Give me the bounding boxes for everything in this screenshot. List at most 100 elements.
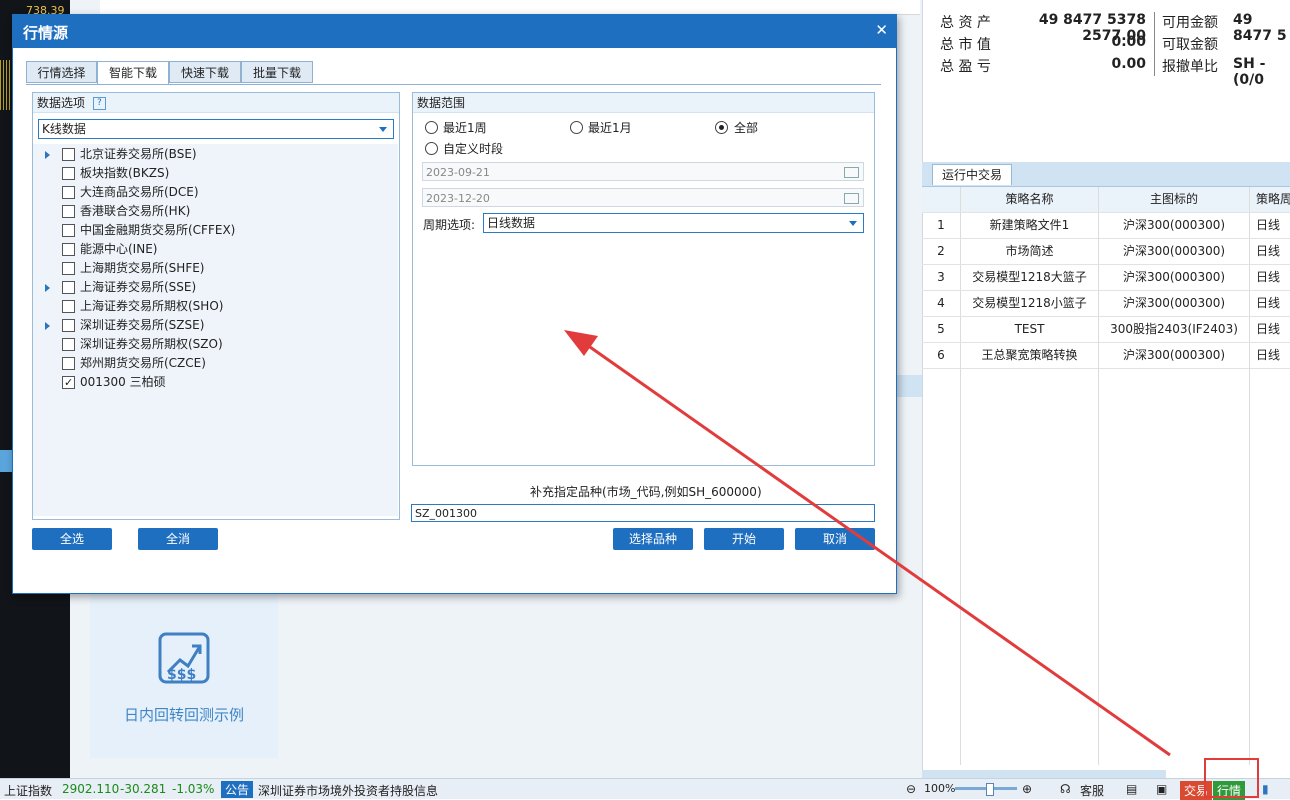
radio-all-label[interactable]: 全部 [734,119,758,136]
checkbox[interactable] [62,186,75,199]
checkbox[interactable] [62,338,75,351]
tree-item[interactable]: 上海证券交易所期权(SHO) [33,297,398,316]
tree-item[interactable]: 大连商品交易所(DCE) [33,183,398,202]
checkbox[interactable] [62,205,75,218]
tree-item[interactable]: 北京证券交易所(BSE) [33,145,398,164]
end-date-input[interactable]: 2023-12-20 [422,188,864,207]
end-date-value: 2023-12-20 [426,192,490,205]
tree-item[interactable]: 香港联合交易所(HK) [33,202,398,221]
tab-smart-download[interactable]: 智能下载 [97,61,169,85]
tree-item[interactable]: 板块指数(BKZS) [33,164,398,183]
checkbox[interactable] [62,224,75,237]
dialog-titlebar[interactable]: 行情源 ✕ [13,15,896,48]
start-date-input[interactable]: 2023-09-21 [422,162,864,181]
tree-item[interactable]: 上海期货交易所(SHFE) [33,259,398,278]
start-button[interactable]: 开始 [704,528,784,550]
strategy-name: 交易模型1218小篮子 [961,291,1099,316]
horizontal-scrollbar[interactable] [922,770,1166,778]
calendar-icon[interactable] [844,167,859,178]
customer-service-label[interactable]: 客服 [1080,782,1104,799]
radio-last-month[interactable] [570,121,583,134]
table-row[interactable]: 2 市场简述 沪深300(000300) 日线 [922,239,1290,265]
period-select[interactable]: 日线数据 [483,213,864,233]
checkbox[interactable] [62,281,75,294]
cancel-button[interactable]: 取消 [795,528,875,550]
table-row[interactable]: 5 TEST 300股指2403(IF2403) 日线 [922,317,1290,343]
checkbox[interactable] [62,300,75,313]
zoom-out-icon[interactable]: ⊖ [906,782,916,796]
example-card-label[interactable]: 日内回转回测示例 [90,704,278,725]
notice-text[interactable]: 深圳证券市场境外投资者持股信息 [258,782,438,799]
tree-item[interactable]: 上海证券交易所(SSE) [33,278,398,297]
checkbox[interactable] [62,167,75,180]
index-name[interactable]: 上证指数 [4,782,52,799]
chevron-down-icon[interactable] [379,127,387,132]
cancel-ratio-value: SH - (0/0 [1233,56,1266,88]
strategy-period: 日线 [1250,213,1290,238]
notice-badge[interactable]: 公告 [221,781,254,798]
total-pnl-label: 总 盈 亏 [940,59,991,75]
calendar-icon[interactable] [844,193,859,204]
select-all-button[interactable]: 全选 [32,528,112,550]
close-icon[interactable]: ✕ [875,21,888,39]
grid-line [922,362,961,765]
monitor-icon[interactable]: ▣ [1156,782,1167,796]
data-type-select[interactable]: K线数据 [38,119,394,139]
strategy-table: 策略名称 主图标的 策略周 1 新建策略文件1 沪深300(000300) 日线… [922,187,1290,765]
tab-running-trades[interactable]: 运行中交易 [932,164,1012,185]
tree-item[interactable]: 能源中心(INE) [33,240,398,259]
checkbox[interactable] [62,148,75,161]
help-icon[interactable]: ? [92,97,106,110]
radio-all[interactable] [715,121,728,134]
strategy-name: 交易模型1218大篮子 [961,265,1099,290]
column-header-symbol[interactable]: 主图标的 [1099,187,1250,212]
tree-item-label: 深圳证券交易所期权(SZO) [80,337,223,351]
table-header: 策略名称 主图标的 策略周 [922,187,1290,213]
column-header-name[interactable]: 策略名称 [961,187,1099,212]
expand-arrow-icon[interactable] [45,284,50,292]
clear-all-button[interactable]: 全消 [138,528,218,550]
column-header-index[interactable] [922,187,961,212]
table-row[interactable]: 1 新建策略文件1 沪深300(000300) 日线 [922,213,1290,239]
expand-arrow-icon[interactable] [45,151,50,159]
tab-market-select[interactable]: 行情选择 [26,61,97,83]
radio-custom-range[interactable] [425,142,438,155]
checkbox[interactable] [62,262,75,275]
chevron-down-icon[interactable] [849,221,857,226]
checkbox[interactable] [62,357,75,370]
column-header-period[interactable]: 策略周 [1250,187,1290,212]
radio-last-week-label[interactable]: 最近1周 [443,119,487,136]
checkbox[interactable] [62,319,75,332]
tree-item[interactable]: 中国金融期货交易所(CFFEX) [33,221,398,240]
tab-quick-download[interactable]: 快速下载 [169,61,241,83]
zoom-slider-knob[interactable] [986,783,994,796]
table-row[interactable]: 4 交易模型1218小篮子 沪深300(000300) 日线 [922,291,1290,317]
tab-batch-download[interactable]: 批量下载 [241,61,313,83]
background-grid [100,0,920,15]
tree-item[interactable]: 深圳证券交易所期权(SZO) [33,335,398,354]
tree-item-label: 香港联合交易所(HK) [80,204,191,218]
checkbox[interactable] [62,243,75,256]
radio-custom-range-label[interactable]: 自定义时段 [443,140,503,157]
radio-last-month-label[interactable]: 最近1月 [588,119,632,136]
tree-item[interactable]: 001300 三柏硕 [33,373,398,392]
zoom-level: 100% [924,782,956,795]
checkbox-checked[interactable] [62,373,75,392]
document-icon[interactable]: ▤ [1126,782,1137,796]
table-row[interactable]: 3 交易模型1218大篮子 沪深300(000300) 日线 [922,265,1290,291]
headset-icon[interactable]: ☊ [1060,782,1071,796]
index-change: -30.281 [120,782,167,796]
row-index: 1 [922,213,961,238]
tree-item-label: 中国金融期货交易所(CFFEX) [80,223,236,237]
expand-arrow-icon[interactable] [45,322,50,330]
choose-symbol-button[interactable]: 选择品种 [613,528,693,550]
tree-item[interactable]: 郑州期货交易所(CZCE) [33,354,398,373]
zoom-in-icon[interactable]: ⊕ [1022,782,1032,796]
signal-icon: ▮ [1262,782,1269,796]
strategy-period: 日线 [1250,265,1290,290]
index-percent: -1.03% [172,782,215,796]
tree-item[interactable]: 深圳证券交易所(SZSE) [33,316,398,335]
data-options-header: 数据选项 ? [33,93,399,113]
radio-last-week[interactable] [425,121,438,134]
supplement-symbol-input[interactable]: SZ_001300 [411,504,875,522]
